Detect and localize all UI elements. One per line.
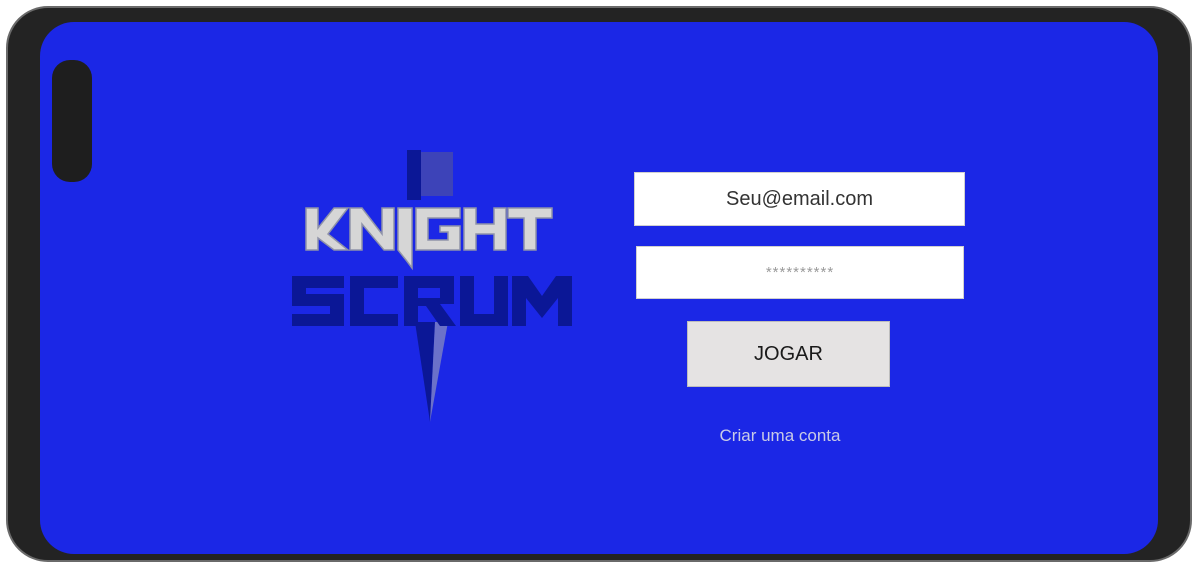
camera-notch: [52, 60, 92, 182]
app-screen: [40, 22, 1158, 554]
logo-word-knight: [305, 207, 553, 271]
logo-word-scrum: [292, 276, 572, 326]
sword-hilt-light: [421, 152, 453, 196]
logo-r-counter: [418, 288, 440, 298]
create-account-link[interactable]: Criar uma conta: [660, 426, 900, 446]
sword-hilt-dark: [407, 150, 421, 200]
password-input[interactable]: [637, 247, 963, 298]
play-button[interactable]: JOGAR: [687, 321, 890, 387]
knight-scrum-logo-icon: [292, 150, 572, 422]
email-field-container: [634, 172, 965, 226]
password-field-container: [636, 246, 964, 299]
email-input[interactable]: [635, 173, 964, 225]
